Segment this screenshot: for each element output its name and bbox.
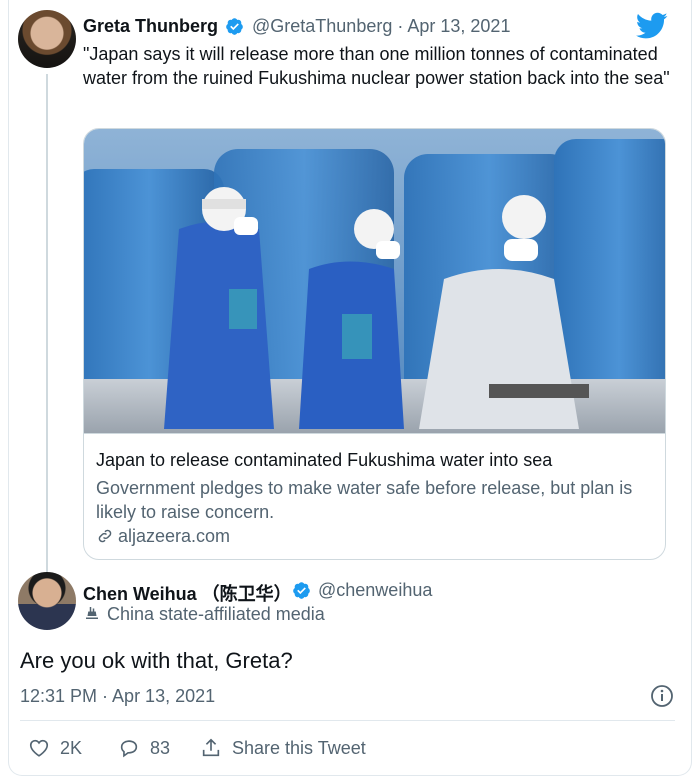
author-handle[interactable]: @chenweihua bbox=[318, 580, 432, 601]
thread-line bbox=[46, 74, 48, 572]
share-icon bbox=[202, 738, 220, 757]
quoted-author-meta: @GretaThunberg · Apr 13, 2021 bbox=[252, 16, 510, 37]
link-preview-image bbox=[84, 129, 665, 433]
quoted-author-name[interactable]: Greta Thunberg bbox=[83, 16, 218, 37]
link-title[interactable]: Japan to release contaminated Fukushima … bbox=[96, 450, 552, 471]
link-domain: aljazeera.com bbox=[118, 526, 231, 546]
heart-icon bbox=[29, 739, 49, 757]
link-description: Government pledges to make water safe be… bbox=[96, 478, 633, 522]
state-media-icon bbox=[86, 607, 98, 619]
quoted-tweet-text: "Japan says it will release more than on… bbox=[83, 44, 670, 88]
divider bbox=[20, 720, 675, 721]
reply-icon bbox=[120, 740, 138, 758]
tweet-timestamp[interactable]: 12:31 PM · Apr 13, 2021 bbox=[20, 686, 215, 707]
reply-count: 83 bbox=[150, 737, 171, 758]
affiliation-text: China state-affiliated media bbox=[107, 604, 325, 624]
quoted-author-handle[interactable]: @GretaThunberg bbox=[252, 16, 392, 36]
like-count: 2K bbox=[60, 737, 83, 758]
verified-badge-icon bbox=[293, 582, 310, 599]
verified-badge-icon bbox=[226, 18, 243, 35]
share-label: Share this Tweet bbox=[232, 737, 366, 758]
info-icon[interactable] bbox=[650, 684, 674, 708]
author-name[interactable]: Chen Weihua （陈卫华） bbox=[83, 580, 292, 606]
meta-separator: · bbox=[397, 16, 404, 36]
tweet-text: Are you ok with that, Greta? bbox=[20, 648, 293, 673]
link-icon bbox=[98, 529, 112, 543]
quoted-date[interactable]: Apr 13, 2021 bbox=[407, 16, 510, 36]
state-media-label[interactable]: China state-affiliated media bbox=[83, 604, 325, 625]
avatar-greta[interactable] bbox=[18, 10, 76, 68]
link-domain-row[interactable]: aljazeera.com bbox=[96, 526, 230, 547]
share-button[interactable]: Share this Tweet bbox=[200, 736, 366, 760]
twitter-bird-icon[interactable] bbox=[636, 12, 668, 40]
like-button[interactable]: 2K bbox=[28, 736, 82, 760]
link-preview-card[interactable]: Japan to release contaminated Fukushima … bbox=[83, 128, 666, 560]
reply-button[interactable]: 83 bbox=[118, 736, 170, 760]
avatar-chen[interactable] bbox=[18, 572, 76, 630]
link-preview-body: Japan to release contaminated Fukushima … bbox=[84, 433, 665, 559]
